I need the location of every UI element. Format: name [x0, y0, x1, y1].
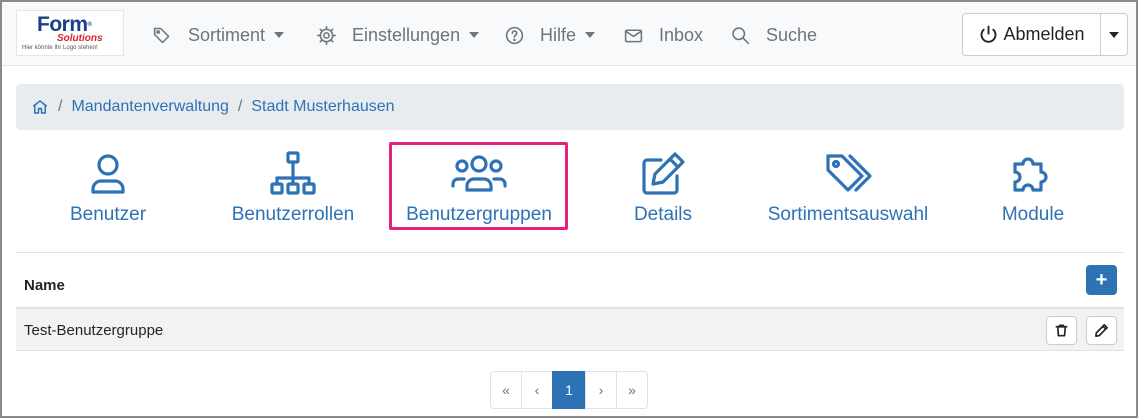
tile-sortimentsauswahl-label: Sortimentsauswahl [767, 204, 929, 225]
breadcrumb: / Mandantenverwaltung / Stadt Musterhaus… [16, 84, 1124, 130]
pagination: « ‹ 1 › » [490, 371, 648, 409]
tile-benutzer-label: Benutzer [69, 204, 147, 225]
chevron-down-icon [585, 32, 596, 38]
tile-benutzer[interactable]: Benutzer [68, 150, 148, 228]
tile-benutzerrollen-label: Benutzerrollen [231, 204, 355, 225]
tile-benutzerrollen[interactable]: Benutzerrollen [225, 150, 361, 228]
page-current-button[interactable]: 1 [552, 371, 586, 409]
tile-module-label: Module [1001, 204, 1065, 225]
nav-hilfe[interactable]: Hilfe [504, 22, 596, 48]
power-icon [981, 25, 997, 43]
trash-icon [1055, 324, 1068, 337]
logout-button-group: Abmelden [962, 13, 1128, 56]
chevron-down-icon [274, 32, 285, 38]
top-navbar: Form® Solutions Hier könnte Ihr Logo ste… [2, 2, 1136, 66]
logo-subtitle: Solutions [57, 33, 103, 44]
search-icon [732, 26, 750, 44]
tile-sortimentsauswahl[interactable]: Sortimentsauswahl [762, 150, 934, 228]
chevron-down-icon [1109, 31, 1119, 38]
logout-button[interactable]: Abmelden [962, 13, 1101, 56]
nav-inbox-label: Inbox [659, 24, 704, 45]
company-logo[interactable]: Form® Solutions Hier könnte Ihr Logo ste… [16, 10, 124, 56]
logo-tagline: Hier könnte Ihr Logo stehen! [22, 45, 98, 51]
tags-icon [153, 27, 170, 43]
nav-einstellungen[interactable]: Einstellungen [316, 22, 480, 48]
page-prev-button[interactable]: ‹ [521, 371, 553, 409]
tile-details[interactable]: Details [628, 150, 698, 228]
logout-label: Abmelden [1003, 24, 1085, 44]
house-icon[interactable] [31, 98, 49, 116]
nav-suche-label: Suche [766, 24, 818, 45]
edit-icon [642, 152, 685, 195]
page-first-button[interactable]: « [490, 371, 522, 409]
nav-suche[interactable]: Suche [730, 22, 817, 48]
nav-inbox[interactable]: Inbox [623, 22, 703, 48]
question-circle-icon [505, 26, 524, 44]
row-name-cell: Test-Benutzergruppe [24, 322, 164, 339]
logout-dropdown-toggle[interactable] [1101, 13, 1128, 56]
section-divider [16, 252, 1124, 253]
users-icon [451, 155, 507, 192]
chevron-down-icon [469, 32, 480, 38]
delete-button[interactable] [1046, 316, 1077, 345]
table-row[interactable]: Test-Benutzergruppe [16, 309, 1124, 351]
column-header-name[interactable]: Name [24, 277, 65, 294]
nav-sortiment[interactable]: Sortiment [152, 22, 285, 48]
sitemap-icon [270, 151, 316, 195]
tile-benutzergruppen-label: Benutzergruppen [406, 204, 552, 225]
nav-hilfe-label: Hilfe [540, 24, 577, 45]
envelope-icon [624, 28, 643, 42]
tile-module[interactable]: Module [996, 150, 1070, 228]
tags-icon [826, 154, 872, 192]
breadcrumb-item-stadt[interactable]: Stadt Musterhausen [251, 98, 394, 116]
page-next-button[interactable]: › [585, 371, 617, 409]
tile-benutzergruppen[interactable]: Benutzergruppen [396, 150, 562, 228]
nav-einstellungen-label: Einstellungen [352, 24, 461, 45]
breadcrumb-item-mandantenverwaltung[interactable]: Mandantenverwaltung [71, 98, 228, 116]
pencil-icon [1095, 324, 1108, 337]
nav-sortiment-label: Sortiment [188, 24, 266, 45]
person-icon [91, 154, 125, 194]
breadcrumb-separator: / [58, 98, 63, 115]
tile-details-label: Details [633, 204, 693, 225]
breadcrumb-separator: / [237, 98, 243, 115]
add-group-button[interactable]: + [1086, 265, 1117, 295]
puzzle-icon [1013, 157, 1048, 192]
gear-icon [316, 25, 337, 45]
edit-button[interactable] [1086, 316, 1117, 345]
page-last-button[interactable]: » [616, 371, 648, 409]
